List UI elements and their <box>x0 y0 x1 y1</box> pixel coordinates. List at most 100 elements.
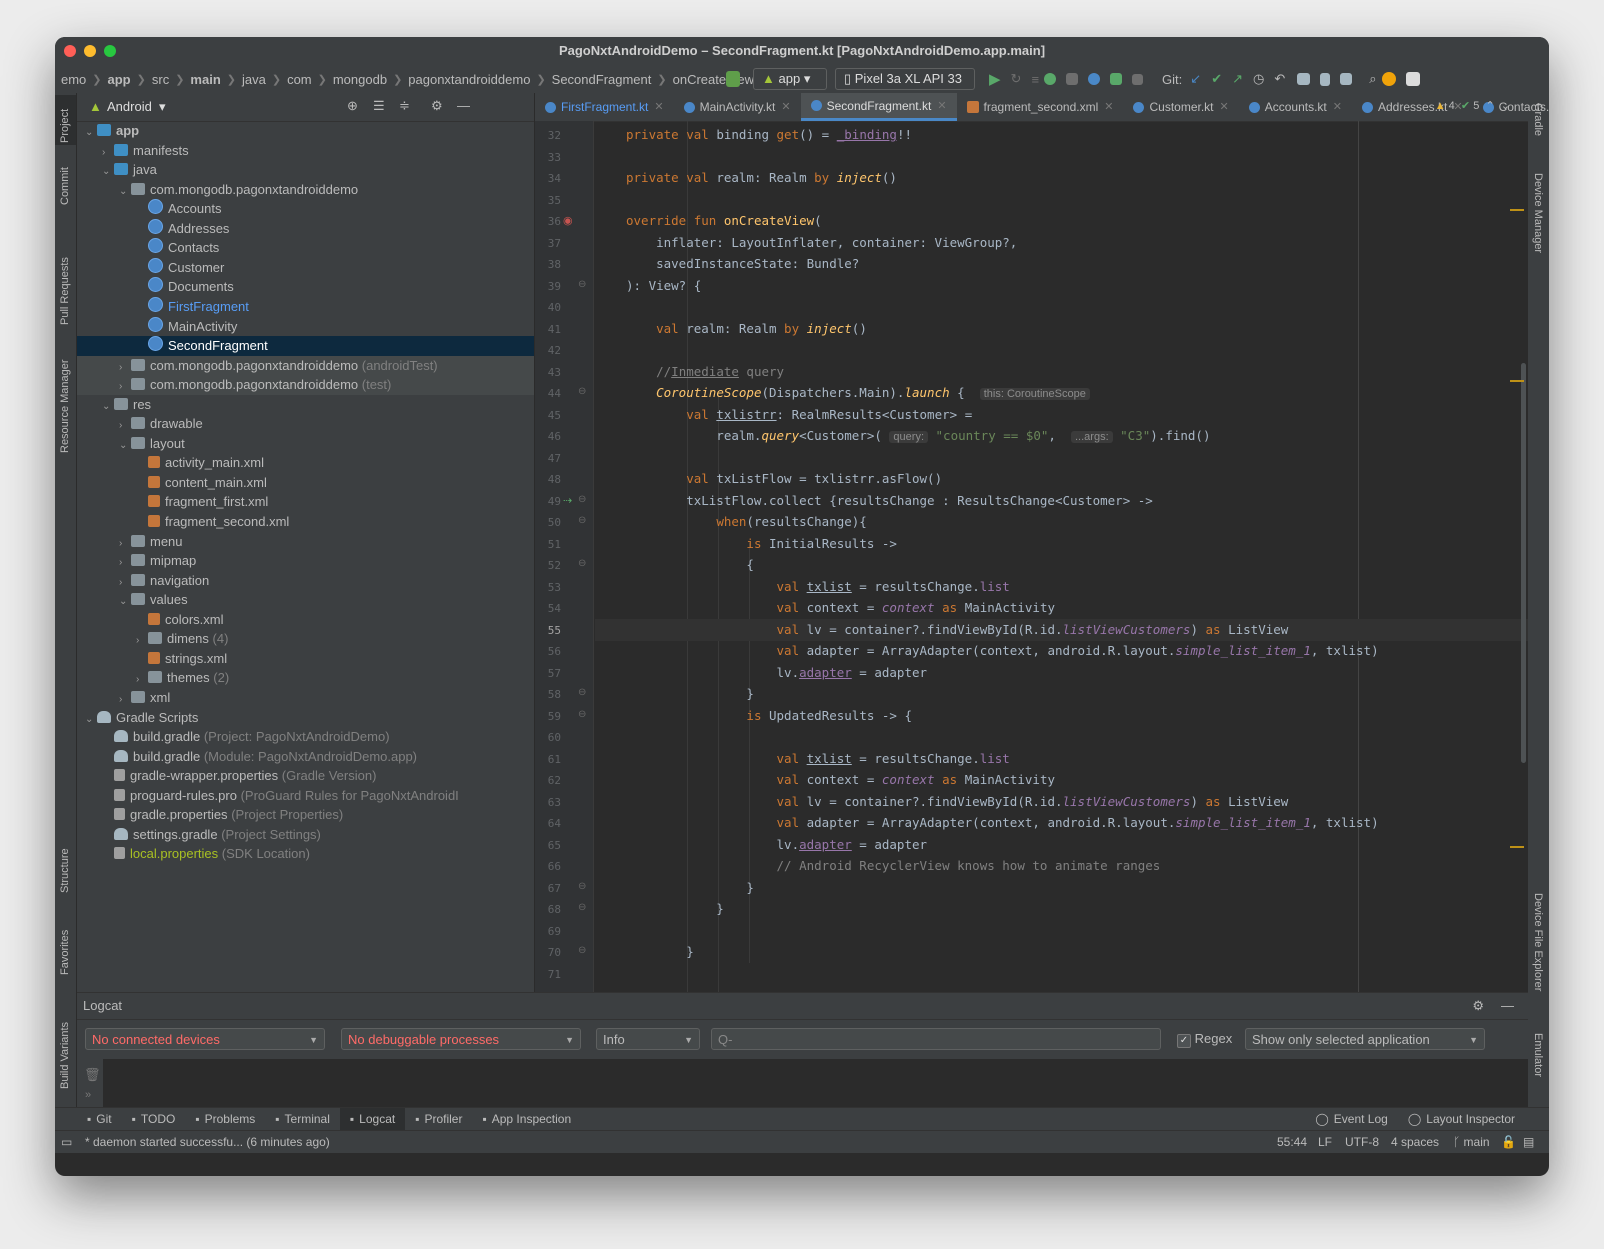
tree-item[interactable]: › drawable <box>77 414 534 434</box>
fold-marker-icon[interactable]: ⊖ <box>578 902 586 913</box>
fold-marker-icon[interactable]: ⊖ <box>578 709 586 720</box>
minimize-window-button[interactable] <box>84 45 96 57</box>
code-line[interactable]: val adapter = ArrayAdapter(context, andr… <box>595 640 1528 662</box>
tool-window-project[interactable]: Project <box>55 95 76 145</box>
tree-item[interactable]: ⌄ java <box>77 160 534 180</box>
bottom-tab-logcat[interactable]: ▪ Logcat <box>339 1108 406 1130</box>
code-line[interactable] <box>595 146 1528 168</box>
coverage-icon[interactable] <box>1110 73 1123 85</box>
regex-checkbox[interactable]: ✓ Regex <box>1177 1031 1232 1048</box>
code-line[interactable]: val context = context as MainActivity <box>595 769 1528 791</box>
rerun-icon[interactable]: ↻ <box>1011 71 1022 87</box>
editor-tab[interactable]: fragment_second.xml ✕ <box>957 93 1124 121</box>
error-stripe-mark[interactable] <box>1510 380 1524 382</box>
tree-item[interactable]: build.gradle (Project: PagoNxtAndroidDem… <box>77 727 534 747</box>
close-tab-icon[interactable]: ✕ <box>937 92 946 120</box>
fold-marker-icon[interactable]: ⊖ <box>578 494 586 505</box>
search-icon[interactable]: ⌕ <box>1369 71 1376 87</box>
tool-window-build-variants[interactable]: Build Variants <box>55 999 76 1091</box>
tree-item[interactable]: › dimens (4) <box>77 629 534 649</box>
tree-item[interactable]: gradle.properties (Project Properties) <box>77 805 534 825</box>
code-line[interactable]: when(resultsChange){ <box>595 511 1528 533</box>
code-line[interactable] <box>595 189 1528 211</box>
breadcrumb-item[interactable]: com <box>281 72 318 87</box>
breadcrumb-item[interactable]: pagonxtandroiddemo <box>402 72 536 87</box>
tree-item[interactable]: fragment_second.xml <box>77 512 534 532</box>
fold-marker-icon[interactable]: ⊖ <box>578 945 586 956</box>
status-toggle-icon[interactable]: ▭ <box>61 1131 72 1153</box>
tree-item[interactable]: › menu <box>77 532 534 552</box>
next-highlight-icon[interactable]: ⌄ <box>1501 100 1510 112</box>
process-filter-select[interactable]: No debuggable processes ▼ <box>341 1028 581 1050</box>
device-filter-select[interactable]: No connected devices ▼ <box>85 1028 325 1050</box>
code-line[interactable]: ): View? { <box>595 275 1528 297</box>
fold-marker-icon[interactable]: ⊖ <box>578 687 586 698</box>
code-line[interactable]: { <box>595 554 1528 576</box>
update-notification-icon[interactable] <box>1381 72 1396 86</box>
locate-file-icon[interactable]: ⊕ <box>347 98 358 114</box>
tree-item[interactable]: › themes (2) <box>77 668 534 688</box>
tool-window-pull-requests[interactable]: Pull Requests <box>55 241 76 327</box>
code-line[interactable]: val context = context as MainActivity <box>595 597 1528 619</box>
hide-panel-icon[interactable]: — <box>457 98 470 113</box>
code-line[interactable]: is UpdatedResults -> { <box>595 705 1528 727</box>
code-line[interactable] <box>595 920 1528 942</box>
tree-item[interactable]: FirstFragment <box>77 296 534 317</box>
bottom-tab-profiler[interactable]: ▪ Profiler <box>405 1108 472 1130</box>
bottom-tab-app-inspection[interactable]: ▪ App Inspection <box>472 1108 581 1130</box>
lock-icon[interactable]: 🔓 <box>1501 1131 1516 1153</box>
code-line[interactable] <box>595 963 1528 985</box>
code-line[interactable]: } <box>595 941 1528 963</box>
tree-item[interactable]: ⌄ values <box>77 590 534 610</box>
tree-item[interactable]: › com.mongodb.pagonxtandroiddemo (android… <box>77 355 534 376</box>
tool-window-commit[interactable]: Commit <box>55 163 76 207</box>
override-marker-icon[interactable]: ◉ <box>563 214 573 227</box>
code-line[interactable]: lv.adapter = adapter <box>595 662 1528 684</box>
code-line[interactable]: override fun onCreateView( <box>595 210 1528 232</box>
code-line[interactable]: //Inmediate query <box>595 361 1528 383</box>
caret-position[interactable]: 55:44 <box>1277 1131 1307 1153</box>
close-tab-icon[interactable]: ✕ <box>654 93 663 121</box>
code-line[interactable]: } <box>595 683 1528 705</box>
fold-marker-icon[interactable]: ⊖ <box>578 558 586 569</box>
error-stripe-mark[interactable] <box>1510 846 1524 848</box>
code-line[interactable]: private val binding get() = _binding!! <box>595 124 1528 146</box>
line-separator[interactable]: LF <box>1318 1131 1332 1153</box>
close-tab-icon[interactable]: ✕ <box>1333 93 1342 121</box>
tool-window-resource-manager[interactable]: Resource Manager <box>55 351 76 455</box>
code-line[interactable] <box>595 339 1528 361</box>
tree-item[interactable]: colors.xml <box>77 610 534 630</box>
stop-icon[interactable] <box>1132 73 1144 85</box>
tree-item[interactable]: build.gradle (Module: PagoNxtAndroidDemo… <box>77 747 534 767</box>
project-view-select[interactable]: Android ▾ <box>107 99 166 115</box>
tree-item[interactable]: strings.xml <box>77 649 534 669</box>
fold-marker-icon[interactable]: ⊖ <box>578 515 586 526</box>
tree-item[interactable]: › manifests <box>77 141 534 161</box>
editor-tab[interactable]: Accounts.kt ✕ <box>1239 93 1352 121</box>
trash-icon[interactable]: 🗑 <box>84 1067 101 1083</box>
device-manager-icon[interactable] <box>1320 72 1331 86</box>
code-line[interactable] <box>595 447 1528 469</box>
editor-tab[interactable]: SecondFragment.kt ✕ <box>800 92 957 121</box>
fold-marker-icon[interactable]: ⊖ <box>578 881 586 892</box>
git-push-icon[interactable]: ↗ <box>1232 71 1243 87</box>
bottom-tab-git[interactable]: ▪ Git <box>77 1108 122 1130</box>
code-line[interactable]: val txlist = resultsChange.list <box>595 748 1528 770</box>
run-icon[interactable]: ▶ <box>989 70 1001 88</box>
git-branch-widget[interactable]: ᚴ main <box>1453 1131 1490 1153</box>
tool-window-structure[interactable]: Structure <box>55 833 76 895</box>
tree-item[interactable]: SecondFragment <box>77 336 534 357</box>
attach-debugger-icon[interactable] <box>1066 73 1079 85</box>
close-tab-icon[interactable]: ✕ <box>1220 93 1229 121</box>
zoom-window-button[interactable] <box>104 45 116 57</box>
logcat-output[interactable] <box>103 1059 1528 1108</box>
editor-tab[interactable]: Customer.kt ✕ <box>1123 93 1238 121</box>
git-commit-icon[interactable]: ✔ <box>1211 71 1222 87</box>
collapse-all-icon[interactable]: ≑ <box>399 98 410 114</box>
code-line[interactable]: realm.query<Customer>( query: "country =… <box>595 425 1528 447</box>
indent-setting[interactable]: 4 spaces <box>1391 1131 1439 1153</box>
logcat-search-input[interactable]: Q- <box>711 1028 1161 1050</box>
bottom-tab-todo[interactable]: ▪ TODO <box>122 1108 186 1130</box>
gear-icon[interactable]: ⚙ <box>1472 993 1484 1019</box>
gradle-sync-icon[interactable] <box>1297 73 1311 85</box>
